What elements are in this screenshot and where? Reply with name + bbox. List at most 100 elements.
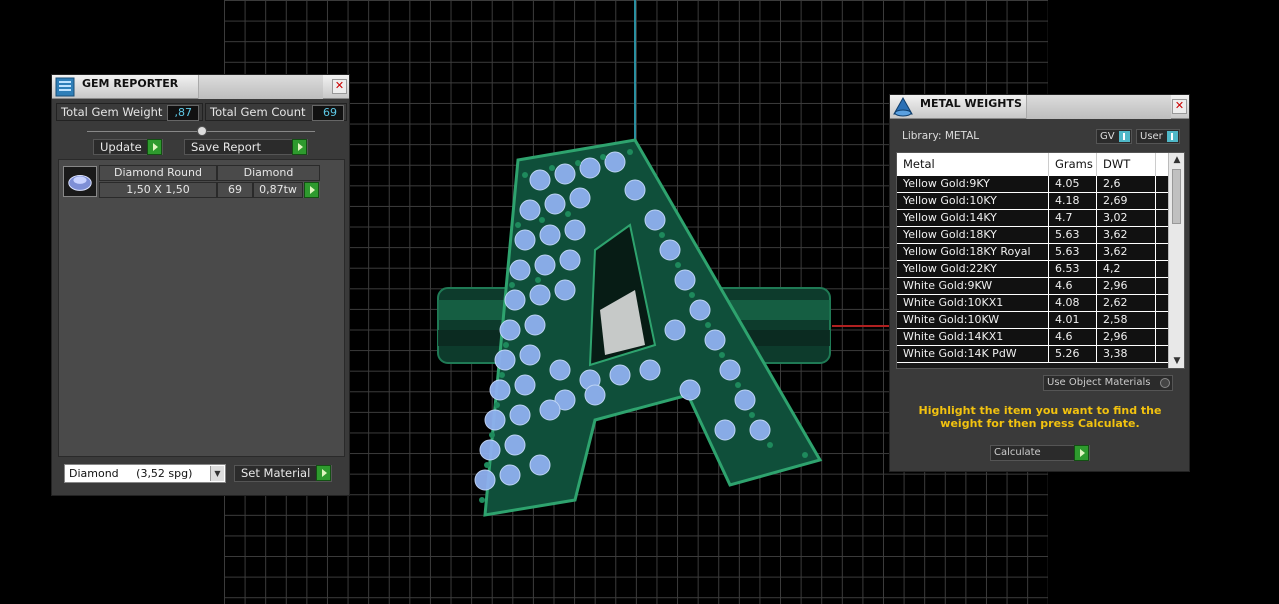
- grams-cell: 4.6: [1049, 278, 1097, 294]
- calculate-button-label: Calculate: [994, 447, 1041, 458]
- letter-a-pendant-model[interactable]: [430, 130, 850, 540]
- radio-icon: [1160, 378, 1170, 388]
- metal-weights-title: METAL WEIGHTS: [920, 97, 1022, 110]
- dwt-cell: 3,38: [1097, 346, 1156, 362]
- update-button[interactable]: Update: [93, 139, 163, 155]
- table-scrollbar[interactable]: ▲ ▼: [1168, 153, 1184, 368]
- library-label: Library: METAL: [902, 130, 980, 142]
- gem-reporter-title: GEM REPORTER: [82, 77, 179, 90]
- metal-weights-table[interactable]: Metal Grams DWT Yellow Gold:9KY 4.05 2,6 Ye…: [896, 152, 1185, 369]
- total-gem-count-label: Total Gem Count: [210, 105, 306, 119]
- table-row[interactable]: White Gold:14K PdW 5.26 3,38: [897, 346, 1169, 363]
- play-arrow-icon: [292, 139, 307, 155]
- titlebar-tab-area: [198, 75, 323, 99]
- gem-weight: 0,87tw: [253, 182, 303, 198]
- titlebar-tab-area: [1026, 95, 1171, 119]
- update-button-label: Update: [100, 140, 142, 154]
- set-material-button-label: Set Material: [241, 466, 311, 480]
- metal-cell: Yellow Gold:18KY: [897, 227, 1049, 243]
- material-select-value: Diamond (3,52 spg): [69, 467, 193, 480]
- chevron-down-icon[interactable]: ▼: [1171, 355, 1183, 367]
- calculate-button[interactable]: Calculate: [990, 445, 1090, 461]
- chevron-up-icon[interactable]: ▲: [1171, 154, 1183, 166]
- gem-shape: Diamond Round: [99, 165, 217, 181]
- dwt-cell: 3,02: [1097, 210, 1156, 226]
- grams-cell: 4.6: [1049, 329, 1097, 345]
- dwt-cell: 2,96: [1097, 329, 1156, 345]
- use-object-materials-label: Use Object Materials: [1047, 377, 1151, 388]
- metal-weights-titlebar[interactable]: METAL WEIGHTS ✕: [890, 95, 1189, 119]
- metal-cell: Yellow Gold:14KY: [897, 210, 1049, 226]
- table-row[interactable]: Yellow Gold:10KY 4.18 2,69: [897, 193, 1169, 210]
- metal-weights-panel: METAL WEIGHTS ✕ Library: METAL GV User M…: [889, 94, 1190, 472]
- metal-cell: White Gold:14KX1: [897, 329, 1049, 345]
- table-row[interactable]: White Gold:10KW 4.01 2,58: [897, 312, 1169, 329]
- table-row[interactable]: White Gold:9KW 4.6 2,96: [897, 278, 1169, 295]
- dwt-cell: 2,6: [1097, 176, 1156, 192]
- table-row[interactable]: White Gold:10KX1 4.08 2,62: [897, 295, 1169, 312]
- dwt-cell: 2,96: [1097, 278, 1156, 294]
- total-gem-count-value: 69: [312, 105, 344, 121]
- column-header-dwt[interactable]: DWT: [1097, 153, 1156, 176]
- gem-select-button[interactable]: [303, 182, 320, 198]
- gem-reporter-panel: GEM REPORTER ✕ Total Gem Weight ,87 Tota…: [51, 74, 350, 496]
- metal-cell: Yellow Gold:10KY: [897, 193, 1049, 209]
- grams-cell: 5.26: [1049, 346, 1097, 362]
- gem-reporter-icon: [55, 77, 75, 97]
- chevron-down-icon[interactable]: ▼: [210, 466, 224, 481]
- toggle-icon: [1167, 131, 1178, 142]
- table-row[interactable]: Yellow Gold:9KY 4.05 2,6: [897, 176, 1169, 193]
- set-material-button[interactable]: Set Material: [234, 465, 332, 482]
- metal-cell: White Gold:10KW: [897, 312, 1049, 328]
- dwt-cell: 4,2: [1097, 261, 1156, 277]
- metal-cell: White Gold:9KW: [897, 278, 1049, 294]
- gem-reporter-titlebar[interactable]: GEM REPORTER ✕: [52, 75, 349, 99]
- dwt-cell: 2,58: [1097, 312, 1156, 328]
- table-row[interactable]: Yellow Gold:22KY 6.53 4,2: [897, 261, 1169, 278]
- gem-list[interactable]: Diamond Round Diamond 1,50 X 1,50 69 0,8…: [58, 159, 345, 457]
- grams-cell: 4.08: [1049, 295, 1097, 311]
- table-body: Yellow Gold:9KY 4.05 2,6 Yellow Gold:10KY 4.…: [897, 176, 1169, 363]
- grams-cell: 4.05: [1049, 176, 1097, 192]
- gem-material: Diamond: [217, 165, 320, 181]
- table-header: Metal Grams DWT: [897, 153, 1169, 176]
- metal-cell: Yellow Gold:22KY: [897, 261, 1049, 277]
- save-report-button[interactable]: Save Report: [184, 139, 308, 155]
- dwt-cell: 3,62: [1097, 227, 1156, 243]
- user-toggle[interactable]: User: [1136, 129, 1180, 144]
- grams-cell: 4.18: [1049, 193, 1097, 209]
- close-icon[interactable]: ✕: [332, 79, 347, 94]
- total-gem-weight-value: ,87: [167, 105, 199, 121]
- gv-toggle-label: GV: [1100, 131, 1115, 142]
- grams-cell: 4.01: [1049, 312, 1097, 328]
- use-object-materials-toggle[interactable]: Use Object Materials: [1043, 375, 1173, 391]
- table-row[interactable]: Yellow Gold:18KY Royal 5.63 3,62: [897, 244, 1169, 261]
- gv-toggle[interactable]: GV: [1096, 129, 1132, 144]
- grams-cell: 4.7: [1049, 210, 1097, 226]
- metal-cell: White Gold:10KX1: [897, 295, 1049, 311]
- collapse-knob[interactable]: [197, 126, 207, 136]
- user-toggle-label: User: [1140, 131, 1163, 142]
- play-arrow-icon: [147, 139, 162, 155]
- round-gem-icon: [63, 166, 97, 197]
- close-icon[interactable]: ✕: [1172, 99, 1187, 114]
- metal-cell: Yellow Gold:9KY: [897, 176, 1049, 192]
- gem-count: 69: [217, 182, 253, 198]
- metal-cell: Yellow Gold:18KY Royal: [897, 244, 1049, 260]
- dwt-cell: 2,69: [1097, 193, 1156, 209]
- z-axis-line: [634, 0, 636, 140]
- dwt-cell: 3,62: [1097, 244, 1156, 260]
- scroll-thumb[interactable]: [1172, 169, 1181, 224]
- metal-weights-icon: [893, 97, 913, 117]
- table-row[interactable]: White Gold:14KX1 4.6 2,96: [897, 329, 1169, 346]
- play-arrow-icon: [316, 465, 331, 481]
- grams-cell: 5.63: [1049, 244, 1097, 260]
- table-row[interactable]: Yellow Gold:18KY 5.63 3,62: [897, 227, 1169, 244]
- play-arrow-icon: [304, 182, 319, 198]
- material-select[interactable]: Diamond (3,52 spg) ▼: [64, 464, 226, 483]
- save-report-button-label: Save Report: [191, 140, 262, 154]
- metal-cell: White Gold:14K PdW: [897, 346, 1049, 362]
- column-header-metal[interactable]: Metal: [897, 153, 1049, 176]
- column-header-grams[interactable]: Grams: [1049, 153, 1097, 176]
- table-row[interactable]: Yellow Gold:14KY 4.7 3,02: [897, 210, 1169, 227]
